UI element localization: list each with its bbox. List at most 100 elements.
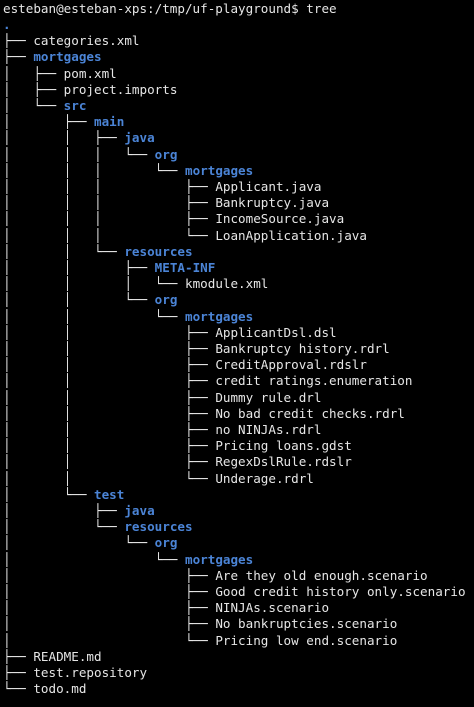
tree-branch-prefix: │ │ │ └──: [3, 227, 216, 243]
tree-branch-prefix: │ │ ├──: [3, 405, 216, 421]
tree-file-line: │ │ │ ├── Applicant.java: [3, 179, 321, 195]
tree-file-line: │ ├── NINJAs.scenario: [3, 600, 329, 616]
tree-branch-prefix: │ ├──: [3, 114, 94, 130]
tree-branch-prefix: │ └──: [3, 519, 125, 535]
tree-branch-prefix: │ ├──: [3, 616, 216, 632]
shell-prompt-command: esteban@esteban-xps:/tmp/uf-playground$ …: [3, 1, 337, 16]
directory-name: java: [124, 130, 155, 146]
tree-branch-prefix: │ │ ├──: [3, 130, 125, 146]
tree-branch-prefix: ├──: [3, 665, 34, 680]
tree-branch-prefix: │ ├──: [3, 567, 216, 583]
tree-file-line: │ │ │ └── kmodule.xml: [3, 276, 268, 292]
directory-name: mortgages: [184, 162, 254, 178]
tree-branch-prefix: │ │ │ └──: [3, 162, 185, 178]
tree-directory-line: │ │ └── org: [3, 292, 177, 308]
file-name: Are they old enough.scenario: [215, 567, 428, 583]
tree-branch-prefix: │ │ ├──: [3, 357, 216, 373]
tree-file-line: ├── test.repository: [3, 665, 147, 681]
file-name: project.imports: [63, 81, 178, 97]
tree-file-line: │ ├── Are they old enough.scenario: [3, 568, 428, 584]
tree-directory-line: │ └── mortgages: [3, 552, 253, 568]
directory-name: org: [154, 146, 178, 162]
file-name: Pricing loans.gdst: [215, 438, 352, 454]
tree-directory-line: │ │ │ └── org: [3, 147, 177, 163]
file-name: Good credit history only.scenario: [215, 584, 466, 599]
directory-name: mortgages: [184, 308, 254, 324]
tree-branch-prefix: │ │ └──: [3, 308, 185, 324]
file-name: NINJAs.scenario: [215, 600, 330, 616]
directory-name: mortgages: [184, 551, 254, 567]
tree-directory-line: │ │ │ └── mortgages: [3, 163, 253, 179]
tree-file-line: │ │ ├── ApplicantDsl.dsl: [3, 325, 337, 341]
file-name: credit ratings.enumeration: [215, 373, 413, 389]
file-name: kmodule.xml: [184, 276, 269, 292]
tree-file-line: │ ├── project.imports: [3, 82, 177, 98]
file-name: LoanApplication.java: [215, 227, 367, 243]
tree-branch-prefix: │ └──: [3, 551, 185, 567]
tree-branch-prefix: ├──: [3, 49, 34, 65]
tree-file-line: │ │ │ └── LoanApplication.java: [3, 228, 367, 244]
tree-branch-prefix: │ │ │ ├──: [3, 195, 216, 211]
tree-directory-line: │ │ └── resources: [3, 244, 193, 260]
tree-file-line: │ ├── No bankruptcies.scenario: [3, 616, 397, 632]
tree-file-line: │ └── Pricing low end.scenario: [3, 633, 397, 649]
directory-name: test: [94, 486, 125, 502]
tree-branch-prefix: │ ├──: [3, 600, 216, 616]
tree-directory-line: │ │ ├── META-INF: [3, 260, 215, 276]
tree-directory-line: │ │ └── mortgages: [3, 309, 253, 325]
tree-directory-line: │ │ ├── java: [3, 130, 155, 146]
directory-name: .: [3, 17, 11, 32]
tree-branch-prefix: │ │ ├──: [3, 324, 216, 340]
terminal-window[interactable]: esteban@esteban-xps:/tmp/uf-playground$ …: [0, 0, 474, 707]
tree-file-line: │ │ ├── CreditApproval.rdslr: [3, 357, 367, 373]
tree-branch-prefix: │ │ │ ├──: [3, 179, 216, 194]
tree-file-line: │ │ ├── no NINJAs.rdrl: [3, 422, 321, 438]
tree-branch-prefix: │ ├──: [3, 584, 216, 599]
tree-directory-line: │ └── test: [3, 487, 124, 503]
tree-directory-line: │ └── org: [3, 535, 177, 551]
tree-file-line: │ │ ├── Pricing loans.gdst: [3, 438, 352, 454]
directory-name: main: [94, 114, 125, 130]
tree-file-line: │ ├── pom.xml: [3, 66, 117, 82]
tree-file-line: │ │ ├── credit ratings.enumeration: [3, 373, 412, 389]
tree-branch-prefix: │ │ ├──: [3, 422, 216, 437]
tree-file-line: ├── categories.xml: [3, 33, 140, 49]
tree-branch-prefix: │ ├──: [3, 65, 64, 81]
tree-branch-prefix: │ ├──: [3, 503, 125, 518]
directory-name: src: [63, 98, 87, 113]
tree-file-line: └── todo.md: [3, 681, 86, 697]
tree-branch-prefix: │ │ └──: [3, 292, 155, 308]
file-name: no NINJAs.rdrl: [215, 422, 322, 437]
tree-directory-line: │ └── resources: [3, 519, 193, 535]
file-name: pom.xml: [63, 65, 117, 81]
tree-branch-prefix: │ └──: [3, 486, 94, 502]
tree-file-line: │ │ ├── RegexDslRule.rdslr: [3, 454, 352, 470]
tree-branch-prefix: │ │ ├──: [3, 389, 216, 405]
tree-branch-prefix: │ │ │ └──: [3, 146, 155, 162]
tree-file-line: │ │ ├── Bankruptcy history.rdrl: [3, 341, 390, 357]
file-name: No bankruptcies.scenario: [215, 616, 398, 632]
tree-branch-prefix: │ │ ├──: [3, 260, 155, 275]
file-name: README.md: [33, 648, 102, 664]
file-name: Underage.rdrl: [215, 470, 314, 486]
tree-branch-prefix: │ │ └──: [3, 243, 125, 259]
file-name: ApplicantDsl.dsl: [215, 324, 337, 340]
tree-branch-prefix: ├──: [3, 33, 34, 49]
tree-branch-prefix: ├──: [3, 648, 34, 664]
file-name: Applicant.java: [215, 179, 322, 194]
file-name: todo.md: [33, 681, 87, 697]
file-name: RegexDslRule.rdslr: [215, 454, 352, 470]
tree-branch-prefix: │ ├──: [3, 81, 64, 97]
directory-name: META-INF: [154, 260, 216, 275]
file-name: Bankruptcy history.rdrl: [215, 341, 390, 356]
tree-branch-prefix: │ │ │ └──: [3, 276, 185, 292]
tree-directory-line: .: [3, 17, 11, 33]
file-name: IncomeSource.java: [215, 211, 345, 227]
tree-directory-line: │ ├── main: [3, 114, 124, 130]
tree-directory-line: │ ├── java: [3, 503, 155, 519]
tree-branch-prefix: │ └──: [3, 632, 216, 648]
file-name: Pricing low end.scenario: [215, 632, 398, 648]
directory-name: org: [154, 535, 178, 551]
directory-name: mortgages: [33, 49, 102, 65]
tree-branch-prefix: │ │ │ ├──: [3, 211, 216, 227]
